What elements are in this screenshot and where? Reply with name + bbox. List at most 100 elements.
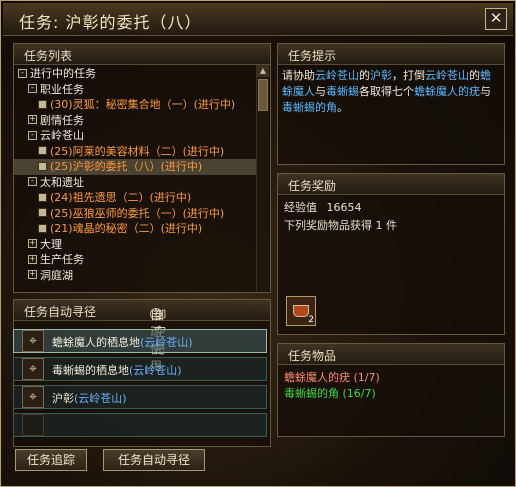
scroll-up-icon[interactable]: ▲ xyxy=(257,65,269,77)
task-window: 任务: 沪彰的委托（八） ✕ 任务列表 - 进行中的任务 - 职业任务 (30)灵狐：秘… xyxy=(0,0,516,487)
path-place: (云岭苍山) xyxy=(74,392,127,405)
hint-place: 云岭苍山 xyxy=(315,69,359,82)
expand-icon[interactable]: + xyxy=(28,115,37,124)
task-category[interactable]: - 职业任务 xyxy=(14,82,256,98)
task-label: (24)祖先遗思（二）(进行中) xyxy=(50,191,192,204)
task-item[interactable]: (25)阿莱的美容材料（二）(进行中) xyxy=(14,144,256,160)
reward-title: 任务奖励 xyxy=(288,179,337,193)
scroll-thumb[interactable] xyxy=(258,79,268,111)
task-item[interactable]: (24)祖先遗思（二）(进行中) xyxy=(14,190,256,206)
path-row[interactable]: ⌖ 蟾蜍魔人的栖息地(云岭苍山) xyxy=(13,329,267,353)
task-category[interactable]: + 生产任务 xyxy=(14,252,256,268)
expand-icon[interactable]: + xyxy=(28,270,37,279)
task-category[interactable]: - 进行中的任务 xyxy=(14,66,256,82)
path-row[interactable]: ⌖ 沪彰(云岭苍山) xyxy=(13,385,267,409)
path-row-text: 蟾蜍魔人的栖息地(云岭苍山) xyxy=(52,334,193,350)
hint-panel: 任务提示 请协助云岭苍山的沪彰，打倒云岭苍山的蟾蜍魔人与毒蜥蜴各取得七个蟾蜍魔人… xyxy=(277,43,505,165)
exp-value: 16654 xyxy=(326,201,362,214)
task-label: 洞庭湖 xyxy=(40,268,73,282)
path-place: (云岭苍山) xyxy=(140,336,193,349)
exp-label: 经验值 xyxy=(284,201,317,214)
goods-line-2: 毒蜥蜴的角 (16/7) xyxy=(284,387,376,400)
task-category[interactable]: + 大理 xyxy=(14,237,256,253)
task-list-panel: 任务列表 - 进行中的任务 - 职业任务 (30)灵狐：秘密集合地（一）(进行中) + 剧情… xyxy=(13,43,271,293)
task-bullet-icon xyxy=(38,192,47,202)
path-target-icon: ⌖ xyxy=(22,358,44,380)
path-row[interactable]: ⌖ 毒蜥蜴的栖息地(云岭苍山) xyxy=(13,357,267,381)
task-category[interactable]: - 太和遗址 xyxy=(14,175,256,191)
path-row-text: 沪彰(云岭苍山) xyxy=(52,390,127,406)
task-category[interactable]: - 云岭苍山 xyxy=(14,128,256,144)
auto-path-button[interactable]: 任务自动寻径 xyxy=(103,449,205,471)
exp-line: 经验值 16654 xyxy=(284,200,362,216)
hint-seg: 各取得七个 xyxy=(359,85,414,98)
hint-place: 云岭苍山 xyxy=(425,69,469,82)
path-target-icon: ⌖ xyxy=(22,386,44,408)
task-bullet-icon xyxy=(38,208,47,217)
collapse-icon[interactable]: - xyxy=(28,84,37,93)
hint-text: 请协助云岭苍山的沪彰，打倒云岭苍山的蟾蜍魔人与毒蜥蜴各取得七个蟾蜍魔人的疣与毒蜥… xyxy=(282,68,498,116)
task-list-title: 任务列表 xyxy=(24,49,73,63)
task-list-header: 任务列表 xyxy=(14,44,270,65)
task-item[interactable]: (25)沪彰的委托（八）(进行中) xyxy=(14,159,256,175)
task-label: 剧情任务 xyxy=(40,113,84,127)
task-track-button[interactable]: 任务追踪 xyxy=(15,449,87,471)
hint-header: 任务提示 xyxy=(278,44,504,65)
hint-item: 毒蜥蜴的角 xyxy=(282,101,337,114)
hint-seg: 的 xyxy=(359,69,370,82)
hint-seg: 的 xyxy=(469,69,480,82)
cup-icon xyxy=(293,305,309,317)
task-bullet-icon xyxy=(38,161,47,171)
task-label: 大理 xyxy=(40,237,62,251)
task-label: 进行中的任务 xyxy=(30,67,96,80)
task-bullet-icon xyxy=(38,146,47,155)
path-name: 沪彰 xyxy=(52,392,74,405)
collapse-icon[interactable]: - xyxy=(28,177,37,186)
task-category[interactable]: + 洞庭湖 xyxy=(14,268,256,284)
hint-seg: ，打倒 xyxy=(392,69,425,82)
empty-slot-icon xyxy=(22,414,44,436)
reward-header: 任务奖励 xyxy=(278,174,504,195)
path-name: 蟾蜍魔人的栖息地 xyxy=(52,336,140,349)
task-label: (25)阿莱的美容材料（二）(进行中) xyxy=(50,144,225,158)
path-row-empty[interactable] xyxy=(13,413,267,437)
window-title: 任务: 沪彰的委托（八） xyxy=(19,13,202,32)
auto-path-header: 任务自动寻径 自动使用 御空符 xyxy=(14,300,270,373)
task-label: (25)沪彰的委托（八）(进行中) xyxy=(50,160,203,173)
path-row-text: 毒蜥蜴的栖息地(云岭苍山) xyxy=(52,362,182,378)
expand-icon[interactable]: + xyxy=(28,239,37,248)
reward-panel: 任务奖励 经验值 16654 下列奖励物品获得 1 件 2 xyxy=(277,173,505,335)
hint-seg: 。 xyxy=(337,101,348,114)
task-label: 太和遗址 xyxy=(40,175,84,189)
task-item[interactable]: (25)巫狼巫师的委托（一）(进行中) xyxy=(14,206,256,222)
reward-item-slot[interactable]: 2 xyxy=(286,296,316,326)
reward-items-label: 下列奖励物品获得 1 件 xyxy=(284,219,397,232)
task-bullet-icon xyxy=(38,99,47,109)
task-category[interactable]: + 剧情任务 xyxy=(14,113,256,129)
task-label: (21)魂晶的秘密（二）(进行中) xyxy=(50,222,203,235)
path-target-icon: ⌖ xyxy=(22,330,44,352)
collapse-icon[interactable]: - xyxy=(18,68,27,78)
title-bar[interactable]: 任务: 沪彰的委托（八） ✕ xyxy=(3,3,513,36)
hint-item: 蟾蜍魔人的疣 xyxy=(414,85,480,98)
task-bullet-icon xyxy=(38,223,47,233)
hint-seg: 请协助 xyxy=(282,69,315,82)
close-button[interactable]: ✕ xyxy=(485,8,507,30)
goods-header: 任务物品 xyxy=(278,344,504,365)
hint-seg: 与 xyxy=(480,85,491,98)
hint-monster: 毒蜥蜴 xyxy=(326,85,359,98)
task-label: 生产任务 xyxy=(40,253,84,266)
hint-npc: 沪彰 xyxy=(370,69,392,82)
expand-icon[interactable]: + xyxy=(28,254,37,264)
task-list-scrollbar[interactable]: ▲ xyxy=(256,65,269,291)
task-item[interactable]: (30)灵狐：秘密集合地（一）(进行中) xyxy=(14,97,256,113)
goods-line-1: 蟾蜍魔人的疣 (1/7) xyxy=(284,371,380,384)
task-label: 职业任务 xyxy=(40,82,84,96)
path-name: 毒蜥蜴的栖息地 xyxy=(52,364,129,377)
task-item[interactable]: (21)魂晶的秘密（二）(进行中) xyxy=(14,221,256,237)
collapse-icon[interactable]: - xyxy=(28,130,37,140)
goods-panel: 任务物品 蟾蜍魔人的疣 (1/7) 毒蜥蜴的角 (16/7) xyxy=(277,343,505,437)
hint-title: 任务提示 xyxy=(288,49,337,63)
auto-use-checkbox[interactable]: 自动使用 御空符 xyxy=(140,303,166,373)
goods-title: 任务物品 xyxy=(288,349,337,363)
